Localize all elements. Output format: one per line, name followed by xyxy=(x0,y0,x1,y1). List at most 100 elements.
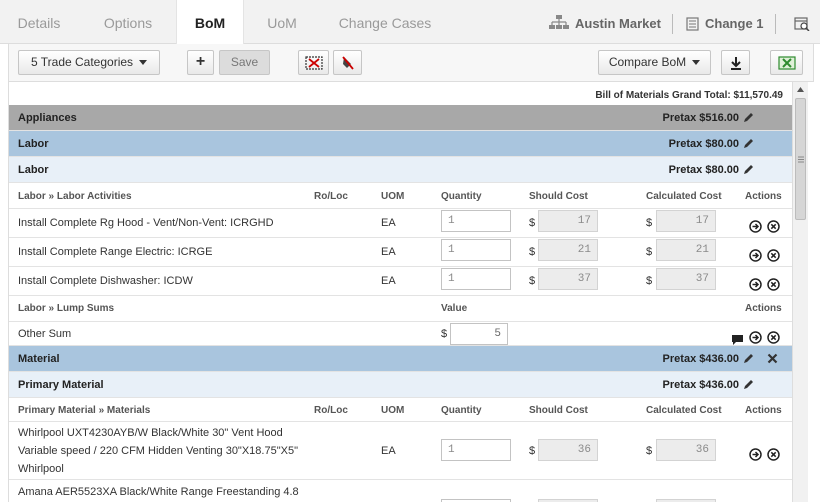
tab-change-cases[interactable]: Change Cases xyxy=(322,0,448,44)
tab-bar: Details Options BoM UoM Change Cases Aus… xyxy=(0,0,820,45)
col-calculated-cost: Calculated Cost xyxy=(646,405,722,416)
scrollbar-thumb[interactable] xyxy=(795,98,806,220)
tab-details[interactable]: Details xyxy=(0,0,78,44)
col-uom: UOM xyxy=(381,405,405,416)
export-excel-button[interactable] xyxy=(770,50,803,75)
currency-symbol: $ xyxy=(529,275,536,287)
excel-icon xyxy=(777,56,796,70)
go-arrow-icon[interactable] xyxy=(749,249,762,262)
col-ro-loc: Ro/Loc xyxy=(314,191,348,202)
scroll-up-arrow-icon[interactable] xyxy=(796,86,805,93)
col-value: Value xyxy=(441,303,468,314)
should-cost-value: 17 xyxy=(538,210,598,232)
quantity-input[interactable]: 1 xyxy=(441,268,511,290)
go-arrow-icon[interactable] xyxy=(749,331,762,344)
col-ro-loc: Ro/Loc xyxy=(314,405,348,416)
col-should-cost: Should Cost xyxy=(529,191,588,202)
clear-filter-button[interactable] xyxy=(298,50,329,75)
change-selector[interactable]: Change 1 xyxy=(705,0,764,44)
remove-circle-icon[interactable] xyxy=(767,249,780,262)
remove-circle-icon[interactable] xyxy=(767,278,780,291)
col-actions: Actions xyxy=(745,303,782,314)
group-label: Labor » Lump Sums xyxy=(18,303,115,314)
col-uom: UOM xyxy=(381,191,405,202)
compare-bom-label: Compare BoM xyxy=(608,55,687,69)
close-icon[interactable] xyxy=(766,352,779,365)
go-arrow-icon[interactable] xyxy=(749,278,762,291)
item-name: Other Sum xyxy=(18,328,72,340)
trade-categories-label: 5 Trade Categories xyxy=(30,55,134,69)
pencil-icon[interactable] xyxy=(742,352,755,365)
col-should-cost: Should Cost xyxy=(529,405,588,416)
quantity-input[interactable]: 1 xyxy=(441,239,511,261)
section-total: Pretax $516.00 xyxy=(662,112,739,124)
subsection-primary-material[interactable]: Primary Material Pretax $436.00 xyxy=(9,372,792,398)
col-quantity: Quantity xyxy=(441,191,482,202)
item-name-line-2: Variable speed / 220 CFM Hidden Venting … xyxy=(18,445,298,457)
chevron-down-icon xyxy=(139,60,148,66)
section-title: Material xyxy=(18,353,60,365)
item-name: Install Complete Range Electric: ICRGE xyxy=(18,246,213,258)
section-material[interactable]: Material Pretax $436.00 xyxy=(9,346,792,372)
currency-symbol: $ xyxy=(529,246,536,258)
materials-header: Primary Material » Materials Ro/Loc UOM … xyxy=(9,398,792,422)
pencil-icon[interactable] xyxy=(742,378,755,391)
subsection-title: Labor xyxy=(18,164,49,176)
section-labor[interactable]: Labor Pretax $80.00 xyxy=(9,131,792,157)
remove-circle-icon[interactable] xyxy=(767,331,780,344)
go-arrow-icon[interactable] xyxy=(749,220,762,233)
comment-icon[interactable] xyxy=(731,333,744,346)
remove-circle-icon[interactable] xyxy=(767,220,780,233)
item-uom: EA xyxy=(381,217,396,229)
item-name-line-1: Amana AER5523XA Black/White Range Freest… xyxy=(18,486,299,498)
pencil-icon[interactable] xyxy=(742,163,755,176)
market-selector[interactable]: Austin Market xyxy=(575,0,661,44)
bom-toolbar: 5 Trade Categories + Save Compare BoM xyxy=(8,44,814,82)
calculated-cost-value: 17 xyxy=(656,210,716,232)
table-row: Amana AER5523XA Black/White Range Freest… xyxy=(9,480,792,502)
pencil-icon[interactable] xyxy=(742,137,755,150)
currency-symbol: $ xyxy=(529,445,536,457)
currency-symbol: $ xyxy=(441,328,448,340)
lump-sum-value-input[interactable]: 5 xyxy=(450,323,508,345)
remove-circle-icon[interactable] xyxy=(767,448,780,461)
download-button[interactable] xyxy=(721,50,750,75)
item-uom: EA xyxy=(381,246,396,258)
tag-remove-button[interactable] xyxy=(333,50,362,75)
tab-options[interactable]: Options xyxy=(78,0,178,44)
quantity-input[interactable]: 1 xyxy=(441,210,511,232)
table-row: Other Sum $ 5 xyxy=(9,322,792,346)
quantity-input[interactable]: 1 xyxy=(441,439,511,461)
item-name-line-3: Whirlpool xyxy=(18,463,64,475)
tab-uom[interactable]: UoM xyxy=(244,0,320,44)
save-button[interactable]: Save xyxy=(219,50,270,75)
vertical-scrollbar[interactable] xyxy=(792,82,808,502)
item-name: Install Complete Rg Hood - Vent/Non-Vent… xyxy=(18,217,274,229)
table-row: Whirlpool UXT4230AYB/W Black/White 30" V… xyxy=(9,422,792,480)
print-preview-icon[interactable] xyxy=(794,17,810,31)
section-appliances[interactable]: Appliances Pretax $516.00 xyxy=(9,105,792,131)
subsection-title: Primary Material xyxy=(18,379,104,391)
add-button[interactable]: + xyxy=(187,50,214,75)
col-actions: Actions xyxy=(745,191,782,202)
compare-bom-dropdown[interactable]: Compare BoM xyxy=(598,50,711,75)
document-icon xyxy=(686,17,699,31)
table-row: Install Complete Dishwasher: ICDW EA 1 $… xyxy=(9,267,792,296)
currency-symbol: $ xyxy=(646,246,653,258)
tab-bom[interactable]: BoM xyxy=(176,0,244,45)
pencil-icon[interactable] xyxy=(742,111,755,124)
item-uom: EA xyxy=(381,275,396,287)
grand-total: Bill of Materials Grand Total: $11,570.4… xyxy=(595,90,783,101)
section-title: Labor xyxy=(18,138,49,150)
should-cost-value: 21 xyxy=(538,239,598,261)
section-total: Pretax $80.00 xyxy=(668,138,739,150)
trade-categories-dropdown[interactable]: 5 Trade Categories xyxy=(18,50,160,75)
chevron-down-icon xyxy=(692,60,701,66)
grip-icon xyxy=(798,156,804,163)
item-name: Install Complete Dishwasher: ICDW xyxy=(18,275,193,287)
go-arrow-icon[interactable] xyxy=(749,448,762,461)
group-label: Primary Material » Materials xyxy=(18,405,151,416)
item-uom: EA xyxy=(381,445,396,457)
section-total: Pretax $436.00 xyxy=(662,353,739,365)
subsection-labor[interactable]: Labor Pretax $80.00 xyxy=(9,157,792,183)
